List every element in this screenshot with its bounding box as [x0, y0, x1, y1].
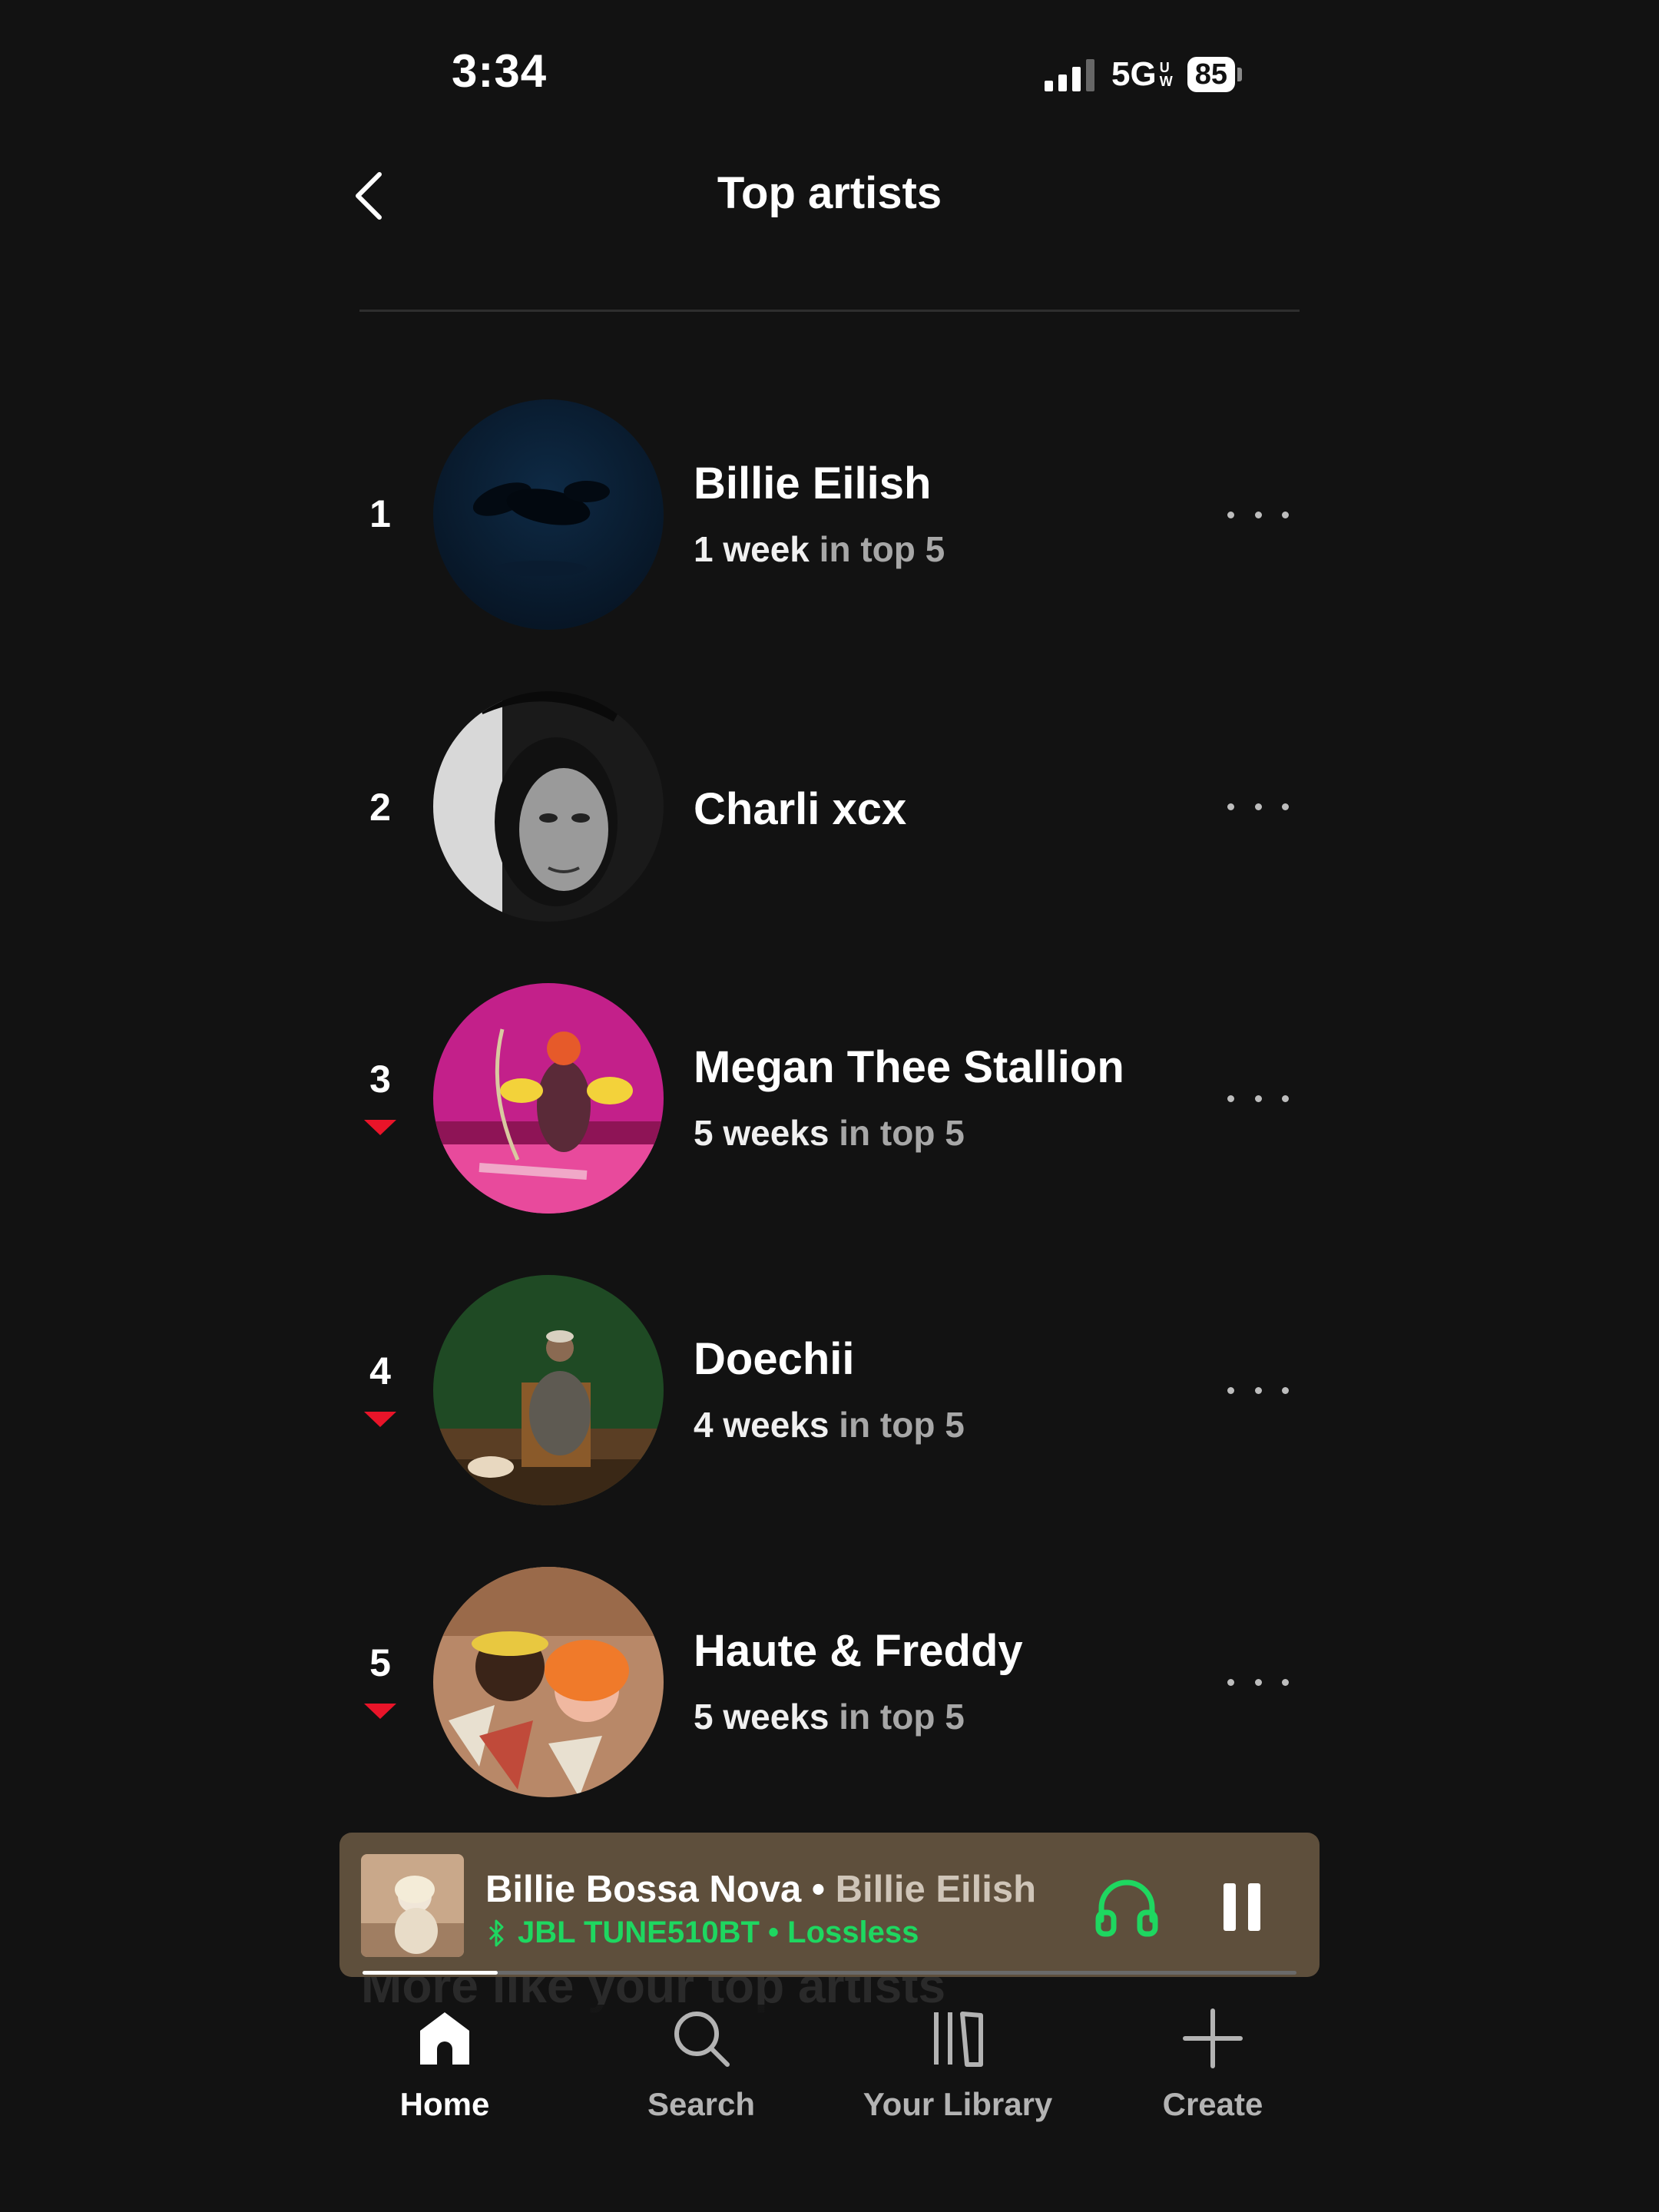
weeks-suffix: in top 5 — [829, 1697, 965, 1737]
bottom-nav: Home Search Your Library Create — [0, 2005, 1659, 2212]
bluetooth-icon — [488, 1919, 504, 1946]
pause-button[interactable] — [1207, 1873, 1277, 1942]
artist-stat: 5 weeks in top 5 — [694, 1696, 965, 1737]
rank-number: 2 — [369, 786, 391, 829]
track-title: Billie Bossa Nova — [485, 1869, 802, 1910]
trend-down-icon — [364, 1412, 396, 1427]
trend-down-icon — [364, 1704, 396, 1719]
home-icon — [420, 2012, 469, 2065]
playback-progress[interactable] — [363, 1971, 1296, 1975]
artist-row[interactable]: 2 Charli xcx — [353, 691, 1306, 922]
artist-row[interactable]: 3 Megan Thee Stallion 5 weeks in top 5 — [353, 983, 1306, 1214]
chevron-left-icon — [356, 172, 382, 220]
library-icon — [934, 2012, 983, 2067]
album-art — [361, 1854, 464, 1957]
pause-icon — [1224, 1883, 1236, 1931]
nav-library[interactable]: Your Library — [831, 2008, 1084, 2146]
artist-name: Megan Thee Stallion — [694, 1042, 1124, 1092]
artist-name: Billie Eilish — [694, 459, 932, 508]
artist-stat: 4 weeks in top 5 — [694, 1404, 965, 1445]
nav-search[interactable]: Search — [575, 2008, 828, 2146]
nav-label: Create — [1162, 2086, 1263, 2122]
artist-row[interactable]: 5 Haute & Freddy 5 weeks in top 5 — [353, 1567, 1306, 1797]
track-artist: Billie Eilish — [835, 1869, 1037, 1910]
more-options-button[interactable] — [1227, 791, 1289, 822]
weeks-count: 1 week — [694, 529, 810, 569]
more-options-button[interactable] — [1227, 499, 1289, 530]
plus-icon — [1183, 2008, 1243, 2068]
battery-icon: 85 — [1187, 57, 1242, 92]
weeks-suffix: in top 5 — [829, 1113, 965, 1153]
mini-player[interactable]: Billie Bossa Nova • Billie Eilish JBL TU… — [339, 1833, 1320, 1977]
weeks-suffix: in top 5 — [809, 529, 945, 569]
rank-number: 5 — [369, 1641, 391, 1684]
trend-down-icon — [364, 1120, 396, 1135]
battery-level: 85 — [1187, 57, 1235, 92]
weeks-count: 4 weeks — [694, 1405, 830, 1445]
artist-row[interactable]: 1 Billie Eilish 1 week in top 5 — [353, 399, 1306, 630]
now-playing-title: Billie Bossa Nova • Billie Eilish — [485, 1868, 1036, 1911]
artist-name: Doechii — [694, 1334, 855, 1384]
rank-number: 3 — [369, 1058, 391, 1101]
playback-progress-fill — [363, 1971, 498, 1975]
more-options-button[interactable] — [1227, 1667, 1289, 1697]
top-artists-screen: 3:34 5G UW 85 Top artists 1 Billie Eilis… — [0, 0, 1659, 2212]
weeks-suffix: in top 5 — [829, 1405, 965, 1445]
artist-avatar — [433, 1567, 664, 1797]
output-device[interactable]: JBL TUNE510BT • Lossless — [487, 1916, 919, 1950]
network-label: 5G — [1111, 55, 1157, 93]
rank-number: 1 — [369, 492, 391, 535]
artist-name: Charli xcx — [694, 784, 907, 834]
back-button[interactable] — [346, 169, 392, 223]
search-icon — [674, 2012, 730, 2067]
artist-avatar — [433, 983, 664, 1214]
title-separator: • — [801, 1869, 836, 1910]
weeks-count: 5 weeks — [694, 1697, 830, 1737]
more-options-button[interactable] — [1227, 1083, 1289, 1114]
more-options-button[interactable] — [1227, 1375, 1289, 1406]
artist-avatar — [433, 1275, 664, 1505]
status-time: 3:34 — [452, 45, 548, 97]
artist-name: Haute & Freddy — [694, 1626, 1023, 1676]
artist-avatar — [433, 399, 664, 630]
artist-avatar — [433, 691, 664, 922]
page-title: Top artists — [717, 168, 942, 218]
nav-label: Search — [647, 2086, 756, 2122]
device-label: JBL TUNE510BT • Lossless — [518, 1916, 919, 1949]
nav-create[interactable]: Create — [1086, 2008, 1339, 2146]
header-divider — [359, 310, 1300, 312]
artist-row[interactable]: 4 Doechii 4 weeks in top 5 — [353, 1275, 1306, 1505]
artist-stat: 1 week in top 5 — [694, 528, 945, 570]
status-indicators: 5G UW 85 — [1045, 54, 1242, 95]
rank-number: 4 — [369, 1349, 391, 1392]
nav-label: Your Library — [863, 2086, 1053, 2122]
weeks-count: 5 weeks — [694, 1113, 830, 1153]
headphones-icon — [1095, 1879, 1158, 1937]
nav-label: Home — [399, 2086, 490, 2122]
artist-stat: 5 weeks in top 5 — [694, 1112, 965, 1154]
nav-home[interactable]: Home — [318, 2008, 571, 2146]
connect-device-button[interactable] — [1092, 1873, 1161, 1942]
signal-icon — [1045, 58, 1094, 91]
network-badge: UW — [1159, 60, 1173, 89]
